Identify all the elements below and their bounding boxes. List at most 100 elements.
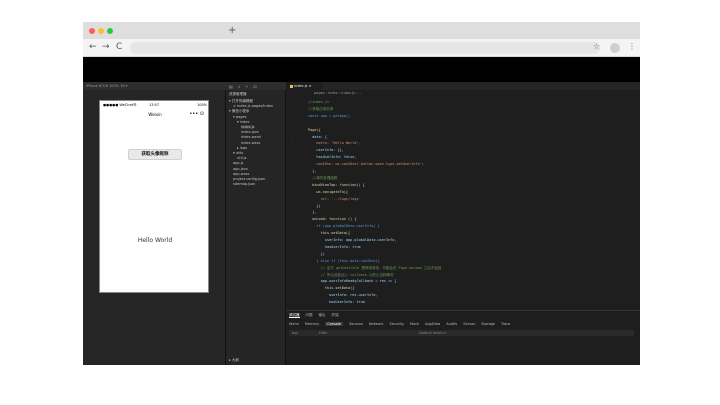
code-line: // 由于 getUserInfo 是网络请求，可能会在 Page.onLoad… [308,265,442,270]
code-line: motto: 'Hello World', [308,141,361,146]
get-avatar-button[interactable]: 获取头像昵称 [128,149,182,160]
panel-tab[interactable]: 输出 [319,313,326,317]
minimize-window-button[interactable] [98,28,104,34]
panel-tab[interactable]: 调试器 [289,313,300,318]
code-line: app.userInfoReadyCallback = res => { [308,279,397,284]
line-marker: · [290,300,293,305]
line-marker: · [290,120,293,125]
code-line: wx.navigateTo({ [308,189,349,194]
devtools-tab[interactable]: Network [369,322,384,326]
explorer-item[interactable]: project.config.json [233,177,265,181]
context-select[interactable]: top [292,331,298,335]
phone-status-bar: ●●●●● WeChat令 13:57 100% [103,103,207,108]
panel-tab[interactable]: 终端 [332,313,339,317]
devtools-tab[interactable]: AppData [425,322,440,326]
explorer-item[interactable]: index.wxml [241,135,261,139]
devtools-tab[interactable]: Wxml [289,322,299,326]
reload-icon[interactable]: C [116,42,122,52]
line-marker: · [290,203,293,208]
browser-window: + ← → C ☆ ⋮ iPhone 6/7/8 100% 16 ▾ ●●●●●… [83,22,640,365]
line-marker: · [290,244,293,249]
line-marker: · [290,286,293,291]
line-marker: · [290,175,293,180]
code-line: if (app.globalData.userInfo) { [308,224,380,229]
explorer-toolbar: ▤ ⌕ ⑂ ⊡ [226,82,286,90]
filter-input[interactable]: Filter [319,331,328,335]
devtools-tab[interactable]: Audits [446,322,457,326]
simulator-device-select[interactable]: iPhone 6/7/8 100% 16 ▾ [83,82,226,90]
code-line: userInfo: app.globalData.userInfo, [308,238,397,242]
explorer-title: 资源管理器 [229,92,247,96]
devtools-tab[interactable]: Sensor [463,322,475,326]
explorer-item[interactable]: ▾ pages [233,115,246,119]
outline-section[interactable]: ▸ 大纲 [229,358,239,363]
line-marker: · [290,106,293,111]
code-line: const app = getApp() [308,113,351,118]
explorer-item[interactable]: app.json [233,167,248,171]
explorer-item[interactable]: app.js [233,161,244,165]
tab-label: index.js [294,84,308,88]
line-marker: · [290,141,293,146]
levels-select[interactable]: Default levels ▾ [419,331,446,335]
code-line: data: { [308,134,327,139]
editor-tab-bar: index.js × [286,82,640,90]
capsule-menu[interactable]: ••• ⊙ [189,111,204,117]
devtools-tab[interactable]: Memory [305,322,319,326]
devtools-tabs: Wxml Memory Console Sources Network Security M… [289,322,516,326]
debug-panel: 调试器 问题 输出 终端 Wxml Memory Console Sources Networ… [286,310,640,365]
tab-index-js[interactable]: index.js × [286,82,322,90]
devtools-tab[interactable]: Mock [410,322,419,326]
close-window-button[interactable] [89,28,95,34]
code-editor: index.js × pages › index › index.js › ..… [286,82,640,365]
status-time: 13:57 [149,103,160,107]
line-marker: · [290,231,293,236]
menu-icon[interactable]: ⋮ [628,42,636,51]
forward-icon[interactable]: → [102,42,110,52]
explorer-item[interactable]: ▸ logs [237,146,247,150]
explorer-item[interactable]: app.wxss [233,172,249,176]
line-marker: · [290,196,293,201]
panel-tab[interactable]: 问题 [306,313,313,317]
line-marker: · [290,210,293,215]
address-bar[interactable] [130,42,600,54]
explorer-item[interactable]: sitemap.json [233,182,255,186]
explorer-item[interactable]: index.wxss [241,141,260,145]
code-line: url: '../logs/logs' [308,196,361,201]
code-line: //index.js [308,100,330,104]
code-line: this.setData({ [308,286,355,291]
line-marker: · [290,258,293,263]
console-filter-bar[interactable]: top Filter Default levels ▾ [289,330,634,336]
code-line: hasUserInfo: true [308,300,365,305]
explorer-item[interactable]: ▾ utils [233,151,243,155]
explorer-item[interactable]: × index.js pages/index [233,104,273,108]
explorer-item[interactable]: index.json [241,130,259,134]
line-marker: · [290,148,293,153]
code-line: userInfo: {}, [308,148,344,153]
devtools-tab[interactable]: Storage [481,322,495,326]
line-marker: · [290,127,293,132]
devtools-tab[interactable]: Security [390,322,404,326]
breadcrumb[interactable]: pages › index › index.js › ... [314,91,362,95]
explorer-item[interactable]: index.js [241,125,255,129]
explorer-item[interactable]: ▾ index [237,120,249,124]
code-line: //事件处理函数 [308,175,338,180]
explorer-item[interactable]: util.js [237,156,246,160]
plus-icon[interactable]: + [228,25,236,36]
star-icon[interactable]: ☆ [593,42,600,51]
code-line: this.setData({ [308,231,351,236]
panel-tabs: 调试器 问题 输出 终端 [289,313,345,318]
profile-avatar[interactable] [610,43,620,53]
devtools-tab[interactable]: Console [325,322,344,326]
devtools-tab[interactable]: Sources [349,322,363,326]
code-line: onLoad: function () { [308,217,357,222]
devtools-tab[interactable]: Trace [501,322,510,326]
line-marker: · [290,162,293,167]
line-marker: · [290,217,293,222]
back-icon[interactable]: ← [89,42,97,52]
line-marker: · [290,182,293,187]
line-marker: · [290,169,293,173]
maximize-window-button[interactable] [107,28,113,34]
line-gutter: · · · · · · · · · · · · · · · · · · · · · · · · · · · · · · [286,100,308,310]
code-line: }, [308,169,317,173]
code-line: // 所以此处加入 callback 以防止这种情况 [308,272,394,277]
